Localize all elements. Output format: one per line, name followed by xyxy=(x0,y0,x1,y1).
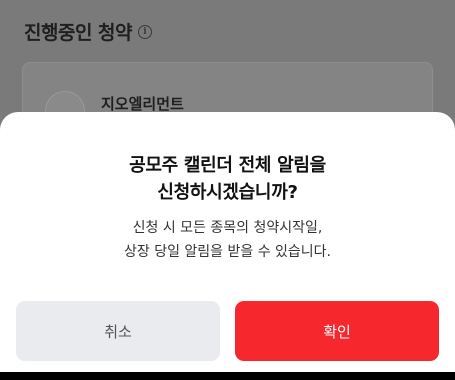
dialog-description-line-2: 상장 당일 알림을 받을 수 있습니다. xyxy=(123,244,332,260)
section-title: 진행중인 청약 xyxy=(24,22,133,44)
bottom-bar xyxy=(0,372,455,380)
dialog-description-line-1: 신청 시 모든 종목의 청약시작일, xyxy=(132,220,323,236)
dialog-title: 공모주 캘린더 전체 알림을 신청하시겠습니까? xyxy=(0,152,455,206)
cancel-button[interactable]: 취소 xyxy=(16,301,220,361)
dialog-title-line-1: 공모주 캘린더 전체 알림을 xyxy=(129,155,326,176)
alert-dialog: 공모주 캘린더 전체 알림을 신청하시겠습니까? 신청 시 모든 종목의 청약시… xyxy=(0,112,455,372)
background-header: 진행중인 청약 i xyxy=(24,18,152,45)
info-icon: i xyxy=(138,24,152,39)
dialog-title-line-2: 신청하시겠습니까? xyxy=(157,182,298,203)
dialog-description: 신청 시 모든 종목의 청약시작일, 상장 당일 알림을 받을 수 있습니다. xyxy=(0,216,455,264)
screen: 진행중인 청약 i 지오엘리먼트 공모주 캘린더 전체 알림을 신청하시겠습니까… xyxy=(0,0,455,380)
confirm-button[interactable]: 확인 xyxy=(235,301,439,361)
company-name: 지오엘리먼트 xyxy=(101,95,184,113)
